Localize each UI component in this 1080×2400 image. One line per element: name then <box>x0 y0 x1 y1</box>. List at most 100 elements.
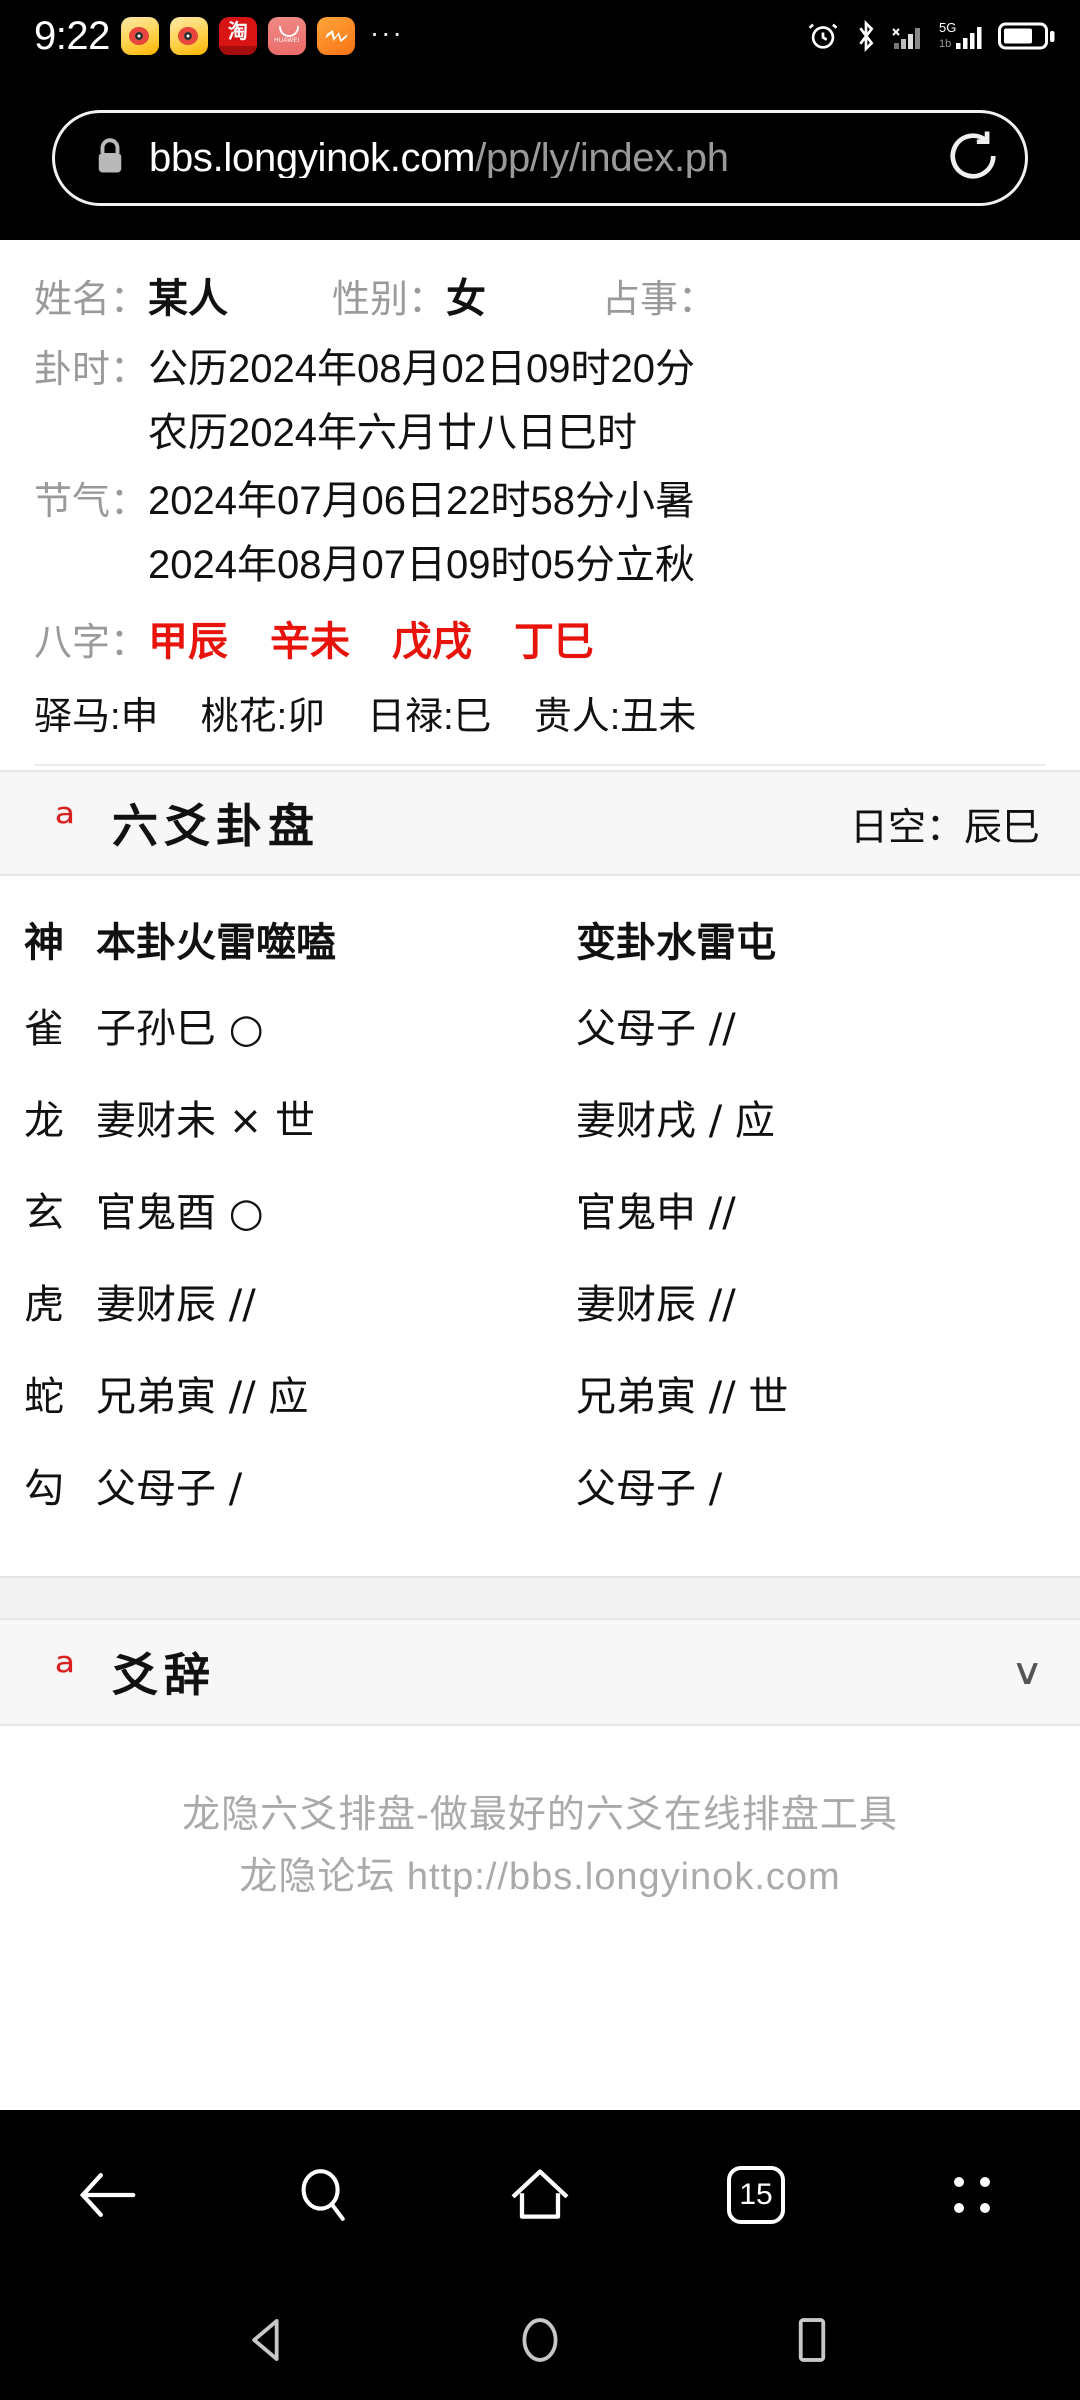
row-main-line: 官鬼酉 ○ <box>96 1190 264 1236</box>
term-2: 2024年08月07日09时05分立秋 <box>148 543 695 587</box>
gender-value: 女 <box>446 277 487 321</box>
tab-count-button[interactable]: 15 <box>648 2110 864 2280</box>
section-title-yaoci: 爻辞 <box>112 1649 216 1701</box>
section-gap <box>0 1576 1080 1620</box>
divider <box>34 764 1046 766</box>
chevron-down-icon[interactable]: ∨ <box>1010 1651 1043 1693</box>
search-icon[interactable] <box>216 2110 432 2280</box>
row-changed-line: 父母子 // <box>576 1006 736 1052</box>
address-bar[interactable]: bbs.longyinok.com/pp/ly/index.ph <box>52 110 1028 206</box>
dragon-icon: ᵃ <box>54 793 76 853</box>
row-main-line: 父母子 / <box>96 1466 243 1512</box>
term-values: 2024年07月06日22时58分小暑 2024年08月07日09时05分立秋 <box>148 469 695 597</box>
column-header-changed-gua: 变卦水雷屯 <box>576 921 776 965</box>
footer-line-2: 龙隐论坛 http://bbs.longyinok.com <box>239 1856 841 1898</box>
table-row: 勾 父母子 / 父母子 / <box>0 1456 1080 1548</box>
url-host: bbs.longyinok.com <box>149 138 476 178</box>
column-header-god: 神 <box>24 921 64 965</box>
url-text: bbs.longyinok.com/pp/ly/index.ph <box>149 138 933 178</box>
shensha-taohua: 桃花:卯 <box>200 696 326 738</box>
status-clock: 9:22 <box>34 14 110 58</box>
status-bar-left: 9:22 ··· <box>34 16 404 56</box>
gender-label: 性别： <box>332 279 447 321</box>
5g-signal-icon: 5G 1b <box>939 19 985 53</box>
bazi-label: 八字： <box>34 622 149 664</box>
bluetooth-icon <box>853 19 879 53</box>
weibo-icon <box>120 17 159 55</box>
row-main-line: 妻财未 × 世 <box>96 1098 315 1144</box>
bazi-pillar: 丁巳 <box>514 620 595 664</box>
row-god: 虎 <box>24 1283 64 1327</box>
browser-bottom-nav: 15 <box>0 2110 1080 2280</box>
time-solar: 公历2024年08月02日09时20分 <box>148 347 695 391</box>
url-path: /pp/ly/index.ph <box>475 138 729 178</box>
table-row: 虎 妻财辰 // 妻财辰 // <box>0 1272 1080 1364</box>
rikong-label: 日空：辰巳 <box>850 796 1040 851</box>
table-row: 蛇 兄弟寅 // 应 兄弟寅 // 世 <box>0 1364 1080 1456</box>
column-header-main-gua: 本卦火雷噬嗑 <box>96 921 336 965</box>
row-changed-line: 妻财辰 // <box>576 1282 736 1328</box>
row-name-gender-topic: 姓名： 某人 性别： 女 占事： <box>34 266 1046 333</box>
row-god: 龙 <box>24 1099 64 1143</box>
signal-bars-icon <box>892 21 926 51</box>
web-page-content: 姓名： 某人 性别： 女 占事： 卦时： 公历2024年08月02日09时20分… <box>0 240 1080 2110</box>
table-header-row: 神 本卦火雷噬嗑 变卦水雷屯 <box>0 910 1080 996</box>
row-main-line: 妻财辰 // <box>96 1282 256 1328</box>
row-main-line: 子孙巳 ○ <box>96 1006 264 1052</box>
bazi-pillar: 戊戌 <box>392 620 473 664</box>
hexagram-table: 神 本卦火雷噬嗑 变卦水雷屯 雀 子孙巳 ○ 父母子 // 龙 妻财未 × 世 … <box>0 876 1080 1576</box>
row-god: 雀 <box>24 1007 64 1051</box>
status-bar: 9:22 ··· <box>0 0 1080 72</box>
row-bazi: 八字： 甲辰 辛未 戊戌 丁巳 <box>34 609 1046 676</box>
tab-count-value: 15 <box>727 2166 785 2224</box>
bazi-pillar: 辛未 <box>270 620 351 664</box>
status-overflow-icon: ··· <box>369 17 404 48</box>
row-changed-line: 父母子 / <box>576 1466 723 1512</box>
row-god: 勾 <box>24 1467 64 1511</box>
home-icon[interactable] <box>432 2110 648 2280</box>
row-god: 玄 <box>24 1191 64 1235</box>
row-shensha: 驿马:申 桃花:卯 日禄:巳 贵人:丑未 <box>34 684 1046 750</box>
table-row: 龙 妻财未 × 世 妻财戌 / 应 <box>0 1088 1080 1180</box>
svg-text:5G: 5G <box>939 20 956 35</box>
section-header-yaoci[interactable]: ᵃ 爻辞 ∨ <box>0 1620 1080 1726</box>
shensha-yima: 驿马:申 <box>34 696 159 738</box>
menu-dots-glyph <box>950 2173 994 2217</box>
rikong-label-text: 日空： <box>849 806 964 849</box>
triangle-back-icon[interactable] <box>222 2294 314 2386</box>
alarm-icon <box>806 19 840 53</box>
term-label: 节气： <box>34 481 149 523</box>
svg-text:1b: 1b <box>939 38 951 50</box>
field-topic: 占事： <box>602 267 716 333</box>
page-footer: 龙隐六爻排盘-做最好的六爻在线排盘工具 龙隐论坛 http://bbs.long… <box>0 1726 1080 1908</box>
section-header-hexagram[interactable]: ᵃ 六爻卦盘 日空：辰巳 <box>0 770 1080 876</box>
back-arrow-icon[interactable] <box>0 2110 216 2280</box>
battery-icon <box>998 20 1056 52</box>
topic-label: 占事： <box>602 279 717 321</box>
reload-icon[interactable] <box>941 124 1005 193</box>
circle-home-icon[interactable] <box>494 2294 586 2386</box>
name-label: 姓名： <box>34 279 149 321</box>
field-gender: 性别： 女 <box>332 266 486 333</box>
table-row: 雀 子孙巳 ○ 父母子 // <box>0 996 1080 1088</box>
time-values: 公历2024年08月02日09时20分 农历2024年六月廿八日巳时 <box>148 337 695 465</box>
section-title-hexagram: 六爻卦盘 <box>112 800 320 852</box>
lock-icon <box>93 135 127 182</box>
browser-toolbar: bbs.longyinok.com/pp/ly/index.ph <box>0 100 1080 218</box>
menu-dots-icon[interactable] <box>864 2110 1080 2280</box>
square-recents-icon[interactable] <box>766 2294 858 2386</box>
term-1: 2024年07月06日22时58分小暑 <box>148 479 695 523</box>
time-lunar: 农历2024年六月廿八日巳时 <box>148 411 637 455</box>
dragon-icon: ᵃ <box>54 1642 76 1702</box>
huawei-icon <box>267 17 306 55</box>
status-bar-right: 5G 1b <box>806 19 1056 53</box>
row-changed-line: 兄弟寅 // 世 <box>576 1374 789 1420</box>
taobao-icon <box>218 17 257 55</box>
phone-screen: 9:22 ··· <box>0 0 1080 2400</box>
field-name: 姓名： 某人 <box>34 266 228 333</box>
row-solar-terms: 节气： 2024年07月06日22时58分小暑 2024年08月07日09时05… <box>34 469 1046 597</box>
row-god: 蛇 <box>24 1375 64 1419</box>
row-divination-time: 卦时： 公历2024年08月02日09时20分 农历2024年六月廿八日巳时 <box>34 337 1046 465</box>
row-changed-line: 官鬼申 // <box>576 1190 736 1236</box>
orange-app-icon <box>316 17 355 55</box>
